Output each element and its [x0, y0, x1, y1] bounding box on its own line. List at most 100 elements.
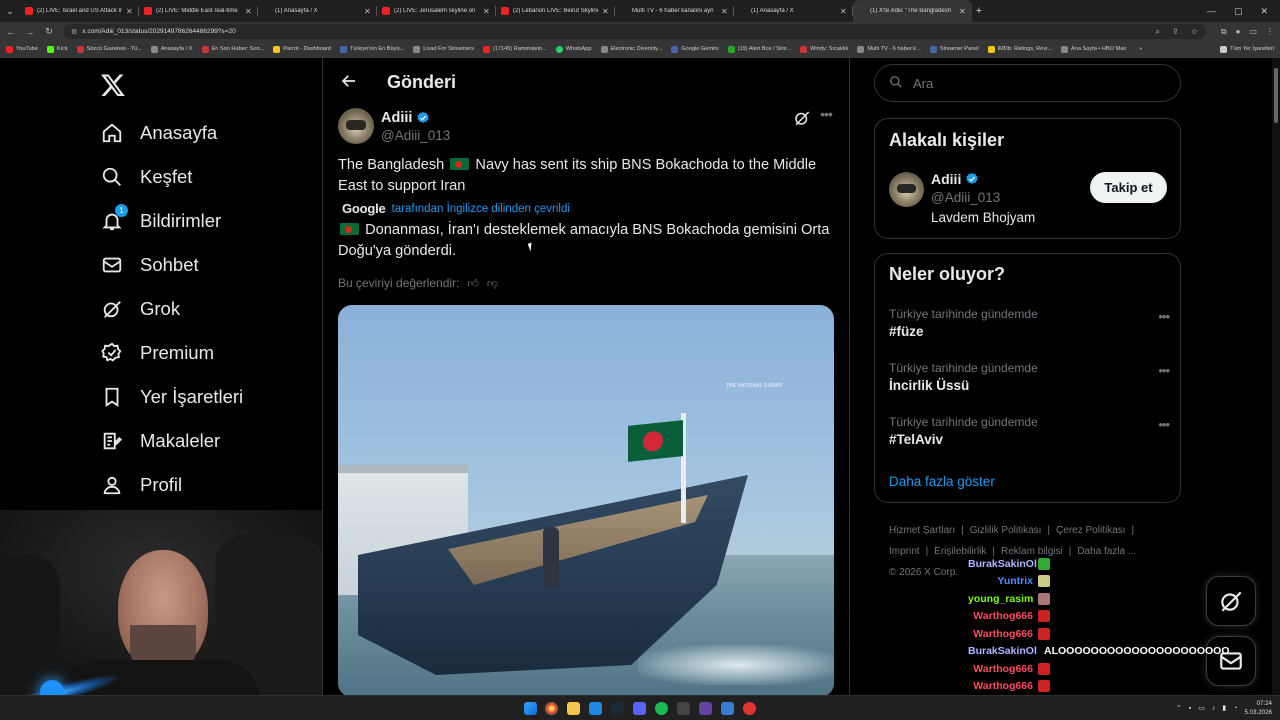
bookmarks-overflow-icon[interactable]: »	[1139, 46, 1142, 52]
sidebar-item-profile[interactable]: Profil	[100, 470, 182, 500]
app-icon[interactable]	[699, 702, 712, 715]
sidebar-item-home[interactable]: Anasayfa	[100, 118, 217, 148]
discord-icon[interactable]	[633, 702, 646, 715]
show-more-link[interactable]: Daha fazla göster	[889, 474, 995, 489]
volume-icon[interactable]: ♪	[1212, 705, 1216, 712]
app-icon[interactable]	[677, 702, 690, 715]
start-icon[interactable]	[524, 702, 537, 715]
thumbs-down-icon[interactable]: 👎︎	[487, 277, 498, 290]
close-tab-icon[interactable]: ✕	[721, 7, 729, 16]
more-options-icon[interactable]: •••	[1158, 417, 1170, 432]
more-options-icon[interactable]: •••	[1158, 363, 1170, 378]
sidebar-item-premium[interactable]: Premium	[100, 338, 214, 368]
share-icon[interactable]: ⇪	[1172, 27, 1179, 37]
folder-icon[interactable]	[567, 702, 580, 715]
profile-avatar-icon[interactable]: ●	[1236, 27, 1241, 36]
star-icon[interactable]: ☆	[1191, 27, 1198, 37]
address-bar[interactable]: ⚙ x.com/Adiii_013/status/202914978626448…	[63, 24, 1206, 39]
tray-chevron-icon[interactable]: ⌃	[1176, 704, 1182, 712]
close-tab-icon[interactable]: ✕	[840, 7, 848, 16]
close-tab-icon[interactable]: ✕	[245, 7, 253, 16]
sidebar-item-grok[interactable]: Grok	[100, 294, 180, 324]
author-avatar[interactable]	[338, 108, 374, 144]
trend-item[interactable]: Türkiye tarihinde gündemde #füze •••	[889, 307, 1170, 351]
bookmark-item[interactable]: Anasayfa / X	[150, 45, 193, 53]
footer-link[interactable]: Çerez Politikası	[1056, 525, 1125, 536]
thumbs-up-icon[interactable]: 👍︎	[467, 277, 479, 290]
translated-by-link[interactable]: tarafından İngilizce dilinden çevrildi	[392, 203, 570, 215]
bookmark-item[interactable]: En Son Haber: Son...	[201, 45, 264, 53]
bookmark-item[interactable]: (17145) Rammstein...	[482, 45, 547, 53]
author-handle[interactable]: @Adiii_013	[381, 128, 450, 143]
bookmark-item[interactable]: (19) Alert Box / Stre...	[727, 45, 791, 53]
sidebar-item-articles[interactable]: Makaleler	[100, 426, 220, 456]
bookmark-item[interactable]: YouTube	[6, 45, 38, 53]
search-input[interactable]	[913, 75, 1153, 91]
scrollbar[interactable]	[1272, 58, 1280, 695]
bookmark-item[interactable]: WhatsApp	[555, 45, 592, 53]
close-tab-icon[interactable]: ✕	[959, 7, 967, 16]
sidebar-item-bookmarks[interactable]: Yer İşaretleri	[100, 382, 243, 412]
bookmark-item[interactable]: IMDb: Ratings, Revi...	[987, 45, 1052, 53]
browser-tab[interactable]: (2) LIVE: Middle East real-time ✕	[139, 0, 258, 22]
bookmark-item[interactable]: Multi TV - 6 haber k...	[857, 45, 921, 53]
sidebar-item-explore[interactable]: Keşfet	[100, 162, 192, 192]
bookmark-item[interactable]: Electronic Diversity...	[600, 45, 662, 53]
browser-tab[interactable]: (1) Anasayfa / X ✕	[734, 0, 853, 22]
bookmark-item[interactable]: Livad For Streamers	[413, 45, 474, 53]
back-nav-button[interactable]: ←	[6, 27, 16, 37]
trend-item[interactable]: Türkiye tarihinde gündemde #TelAviv •••	[889, 415, 1170, 459]
x-logo-icon[interactable]	[100, 72, 126, 98]
minimize-button[interactable]: —	[1207, 6, 1216, 17]
edge-icon[interactable]	[589, 702, 602, 715]
close-tab-icon[interactable]: ✕	[364, 7, 372, 16]
bookmark-item[interactable]: Türkiye'nin En Büyü...	[339, 45, 404, 53]
bookmark-item[interactable]: Parrot - Dashboard	[273, 45, 331, 53]
related-handle[interactable]: @Adiii_013	[931, 190, 1000, 205]
tab-search-button[interactable]: ⌄	[0, 0, 20, 22]
close-window-button[interactable]: ✕	[1260, 6, 1268, 17]
bookmark-item[interactable]: Sözcü Gazetesi - Tü...	[76, 45, 142, 53]
split-view-icon[interactable]: ▭	[1249, 27, 1257, 36]
maximize-button[interactable]: ▢	[1234, 6, 1243, 17]
browser-tab[interactable]: (2) LIVE: Israel and US Attack Ir ✕	[20, 0, 139, 22]
grok-icon[interactable]	[793, 109, 811, 127]
battery-icon[interactable]: ▮	[1222, 704, 1226, 712]
menu-icon[interactable]: ⋮	[1266, 27, 1274, 36]
browser-tab[interactable]: (1) Anasayfa / X ✕	[258, 0, 377, 22]
post-video[interactable]: THE NATIONAL RADAR	[338, 305, 834, 695]
zoom-icon[interactable]: ⌕	[1156, 27, 1160, 37]
obs-icon[interactable]	[743, 702, 756, 715]
extensions-icon[interactable]: ⧉	[1221, 27, 1227, 37]
follow-button[interactable]: Takip et	[1090, 172, 1167, 203]
close-tab-icon[interactable]: ✕	[483, 7, 491, 16]
related-name[interactable]: Adiii	[931, 171, 979, 187]
spotify-icon[interactable]	[655, 702, 668, 715]
network-icon[interactable]: ▭	[1198, 704, 1205, 712]
trend-item[interactable]: Türkiye tarihinde gündemde İncirlik Üssü…	[889, 361, 1170, 405]
forward-nav-button[interactable]: →	[25, 27, 35, 37]
search-box[interactable]	[874, 64, 1181, 102]
scrollbar-thumb[interactable]	[1274, 68, 1278, 123]
bookmark-item[interactable]: Ana Sayfa • HBO Max	[1061, 45, 1126, 53]
clock[interactable]: 07:24 5.03.2026	[1244, 699, 1272, 717]
reload-button[interactable]: ↻	[44, 26, 54, 37]
chrome-icon[interactable]	[545, 702, 558, 715]
tray-app-icon[interactable]: ▪	[1189, 705, 1191, 712]
footer-link[interactable]: Imprint	[889, 546, 920, 557]
author-name[interactable]: Adiii	[381, 110, 430, 126]
footer-link[interactable]: Hizmet Şartları	[889, 525, 955, 536]
browser-tab[interactable]: (1) X'te Adiii: "The Bangladesh ✕	[853, 0, 972, 22]
site-info-icon[interactable]: ⚙	[71, 28, 77, 36]
wifi-icon[interactable]: ◔	[1233, 705, 1237, 712]
all-bookmarks-button[interactable]: Tüm Yer İşaretleri	[1220, 45, 1274, 53]
bookmark-item[interactable]: Google Gemini	[671, 45, 719, 53]
app-icon[interactable]	[721, 702, 734, 715]
related-avatar[interactable]	[889, 172, 924, 207]
browser-tab[interactable]: (2) Lebanon LIVE: Beirut Skyline ✕	[496, 0, 615, 22]
sidebar-item-notifications[interactable]: 1 Bildirimler	[100, 204, 221, 236]
close-tab-icon[interactable]: ✕	[126, 7, 134, 16]
bookmark-item[interactable]: Kick	[46, 45, 68, 53]
browser-tab[interactable]: (2) LIVE: Jerusalem skyline on ✕	[377, 0, 496, 22]
footer-link[interactable]: Gizlilik Politikası	[970, 525, 1042, 536]
